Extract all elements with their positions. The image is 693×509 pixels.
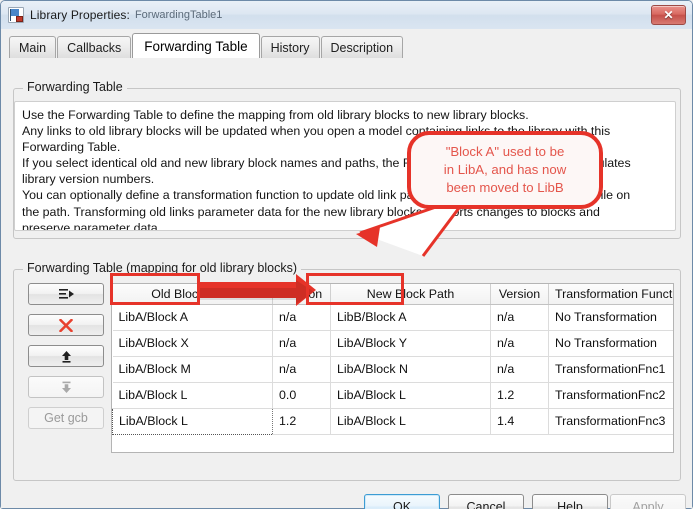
window-subtitle: ForwardingTable1 bbox=[134, 9, 223, 21]
description-group-label: Forwarding Table bbox=[23, 80, 127, 94]
add-row-button[interactable] bbox=[28, 283, 104, 305]
ok-button[interactable]: OK bbox=[364, 494, 440, 509]
cell-transformation-function[interactable]: No Transformation bbox=[548, 304, 673, 331]
cell-version-old[interactable]: n/a bbox=[272, 356, 331, 383]
delete-x-icon bbox=[59, 318, 73, 332]
cell-old-block-path[interactable]: LibA/Block X bbox=[112, 330, 273, 357]
arrow-up-icon bbox=[61, 350, 71, 363]
table-row[interactable]: LibA/Block X n/a LibA/Block Y n/a No Tra… bbox=[112, 330, 673, 357]
cell-transformation-function[interactable]: TransformationFnc2 bbox=[548, 382, 673, 409]
tab-history[interactable]: History bbox=[260, 36, 320, 58]
arrow-down-icon bbox=[61, 381, 71, 393]
column-header-new-block-path[interactable]: New Block Path bbox=[330, 284, 491, 305]
cell-version-old[interactable]: 0.0 bbox=[272, 382, 331, 409]
client-area: Main Callbacks Forwarding Table History … bbox=[1, 29, 692, 509]
cell-version-new[interactable]: n/a bbox=[490, 330, 549, 357]
tab-callbacks[interactable]: Callbacks bbox=[57, 36, 132, 58]
cell-old-block-path[interactable]: LibA/Block M bbox=[112, 356, 273, 383]
window-title: Library Properties: bbox=[30, 8, 130, 22]
callout-line: been moved to LibB bbox=[446, 180, 564, 195]
table-row[interactable]: LibA/Block L 1.2 LibA/Block L 1.4 Transf… bbox=[112, 407, 673, 435]
tab-main[interactable]: Main bbox=[9, 36, 57, 58]
description-line: Use the Forwarding Table to define the m… bbox=[22, 108, 529, 122]
cell-transformation-function[interactable]: TransformationFnc3 bbox=[548, 408, 673, 435]
move-down-button[interactable] bbox=[28, 376, 104, 398]
annotation-callout: "Block A" used to be in LibA, and has no… bbox=[407, 131, 603, 209]
close-icon: ✕ bbox=[663, 8, 674, 22]
cell-new-block-path[interactable]: LibA/Block N bbox=[330, 356, 491, 383]
cell-version-new[interactable]: n/a bbox=[490, 304, 549, 331]
cell-transformation-function[interactable]: TransformationFnc1 bbox=[548, 356, 673, 383]
cell-old-block-path[interactable]: LibA/Block L bbox=[112, 382, 273, 409]
tab-forwarding-table[interactable]: Forwarding Table bbox=[132, 33, 260, 58]
table-header-row: Old Block Path Version New Block Path Ve… bbox=[112, 284, 673, 305]
dialog-button-row: OK Cancel Help Apply bbox=[1, 494, 692, 509]
get-gcb-button[interactable]: Get gcb bbox=[28, 407, 104, 429]
close-button[interactable]: ✕ bbox=[651, 5, 686, 25]
cell-version-old[interactable]: n/a bbox=[272, 330, 331, 357]
tab-description[interactable]: Description bbox=[320, 36, 404, 58]
table-toolbar: Get gcb bbox=[28, 283, 104, 438]
cell-new-block-path[interactable]: LibA/Block L bbox=[330, 408, 491, 435]
cell-version-old[interactable]: 1.2 bbox=[272, 408, 331, 435]
cell-version-new[interactable]: 1.2 bbox=[490, 382, 549, 409]
title-bar: Library Properties: ForwardingTable1 ✕ bbox=[1, 1, 692, 29]
column-header-version-old[interactable]: Version bbox=[272, 284, 331, 305]
cell-new-block-path[interactable]: LibB/Block A bbox=[330, 304, 491, 331]
cell-version-new[interactable]: n/a bbox=[490, 356, 549, 383]
cancel-button[interactable]: Cancel bbox=[448, 494, 524, 509]
cell-new-block-path[interactable]: LibA/Block Y bbox=[330, 330, 491, 357]
forwarding-table[interactable]: Old Block Path Version New Block Path Ve… bbox=[111, 283, 674, 453]
move-up-button[interactable] bbox=[28, 345, 104, 367]
delete-row-button[interactable] bbox=[28, 314, 104, 336]
library-icon bbox=[8, 7, 24, 23]
cell-new-block-path[interactable]: LibA/Block L bbox=[330, 382, 491, 409]
table-row[interactable]: LibA/Block M n/a LibA/Block N n/a Transf… bbox=[112, 356, 673, 383]
table-row[interactable]: LibA/Block A n/a LibB/Block A n/a No Tra… bbox=[112, 304, 673, 331]
description-line: preserve parameter data. bbox=[22, 220, 162, 231]
add-row-icon bbox=[58, 289, 74, 299]
column-header-old-block-path[interactable]: Old Block Path bbox=[112, 284, 273, 305]
callout-line: "Block A" used to be bbox=[445, 144, 565, 159]
table-row[interactable]: LibA/Block L 0.0 LibA/Block L 1.2 Transf… bbox=[112, 382, 673, 409]
forwarding-table-group-label: Forwarding Table (mapping for old librar… bbox=[23, 261, 302, 275]
cell-transformation-function[interactable]: No Transformation bbox=[548, 330, 673, 357]
library-properties-window: Library Properties: ForwardingTable1 ✕ M… bbox=[0, 0, 693, 509]
cell-old-block-path[interactable]: LibA/Block L bbox=[112, 407, 273, 435]
tab-strip: Main Callbacks Forwarding Table History … bbox=[9, 33, 685, 58]
column-header-version-new[interactable]: Version bbox=[490, 284, 549, 305]
cell-old-block-path[interactable]: LibA/Block A bbox=[112, 304, 273, 331]
cell-version-new[interactable]: 1.4 bbox=[490, 408, 549, 435]
callout-line: in LibA, and has now bbox=[443, 162, 567, 177]
forwarding-table-grid: Old Block Path Version New Block Path Ve… bbox=[112, 284, 673, 435]
column-header-transformation-function[interactable]: Transformation Function bbox=[548, 284, 673, 305]
cell-version-old[interactable]: n/a bbox=[272, 304, 331, 331]
help-button[interactable]: Help bbox=[532, 494, 608, 509]
apply-button[interactable]: Apply bbox=[610, 494, 686, 509]
